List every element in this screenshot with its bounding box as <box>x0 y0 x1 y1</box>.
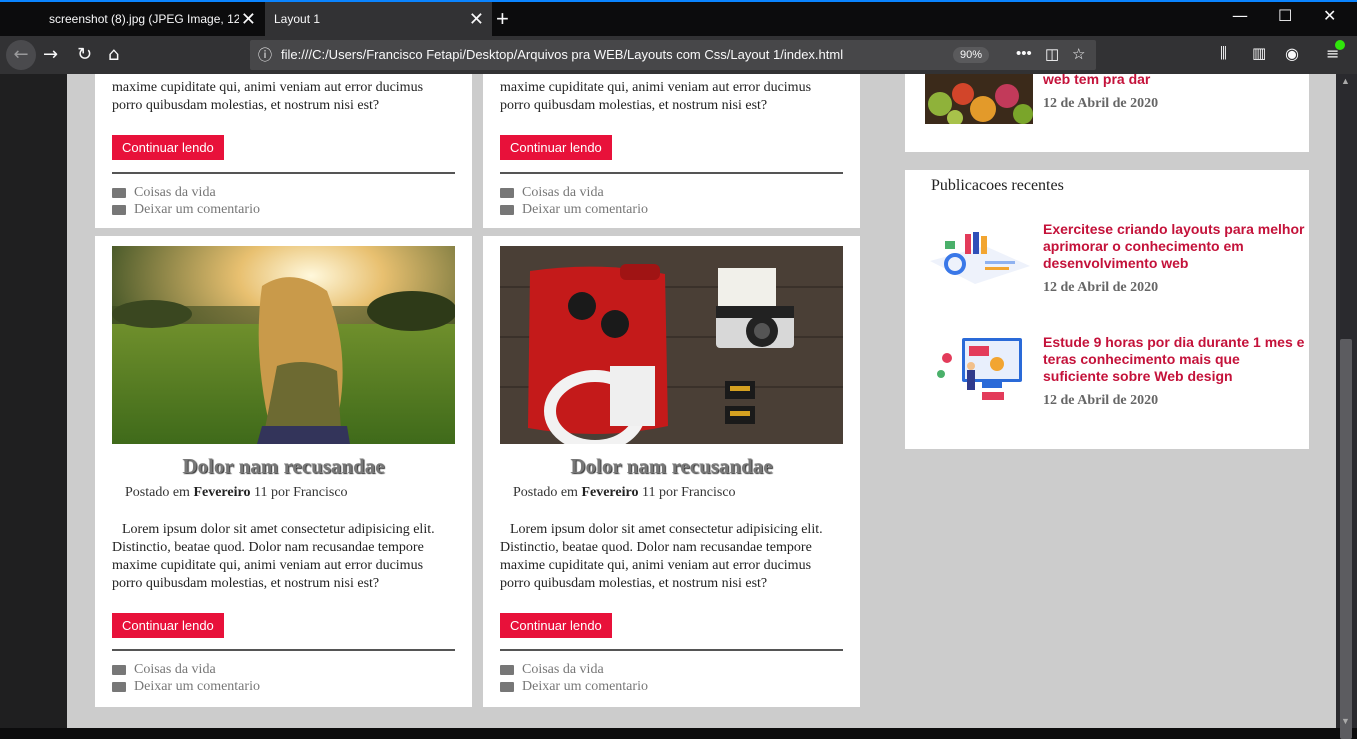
category-link[interactable]: Coisas da vida <box>112 661 216 678</box>
sidebar-widget-top: web tem pra dar 12 de Abril de 2020 <box>905 74 1309 152</box>
home-icon[interactable]: ⌂ <box>108 44 119 65</box>
category-link[interactable]: Coisas da vida <box>500 661 604 678</box>
vertical-scrollbar[interactable]: ▲ ▼ <box>1336 74 1357 739</box>
divider <box>112 172 455 174</box>
continue-reading-button[interactable]: Continuar lendo <box>112 613 224 638</box>
comment-label: Deixar um comentario <box>134 202 260 217</box>
window-close-icon[interactable]: ✕ <box>1323 6 1336 25</box>
reload-icon[interactable]: ↻ <box>77 44 92 65</box>
folder-icon <box>112 664 126 675</box>
library-icon[interactable]: ⫼ <box>1220 44 1227 62</box>
recent-post-date: 12 de Abril de 2020 <box>1043 393 1159 408</box>
close-tab-icon[interactable]: ✕ <box>469 10 484 28</box>
recent-post-title[interactable]: Estude 9 horas por dia durante 1 mes e t… <box>1043 334 1309 385</box>
comment-link[interactable]: Deixar um comentario <box>500 201 648 218</box>
nav-bar: ← → ↻ ⌂ ⓘ file:///C:/Users/Francisco Fet… <box>0 36 1357 74</box>
meta-author: 11 por Francisco <box>641 485 736 500</box>
meta-author: 11 por Francisco <box>253 485 348 500</box>
continue-reading-button[interactable]: Continuar lendo <box>112 135 224 160</box>
comment-link[interactable]: Deixar um comentario <box>500 678 648 695</box>
post-card: Dolor nam recusandae Postado em Fevereir… <box>483 236 860 707</box>
continue-reading-button[interactable]: Continuar lendo <box>500 135 612 160</box>
update-badge-icon <box>1335 40 1345 50</box>
zoom-badge[interactable]: 90% <box>953 47 990 63</box>
scroll-down-icon[interactable]: ▼ <box>1341 716 1350 726</box>
comment-link[interactable]: Deixar um comentario <box>112 201 260 218</box>
folder-icon <box>500 664 514 675</box>
minimize-icon[interactable]: — <box>1232 6 1248 25</box>
comment-link[interactable]: Deixar um comentario <box>112 678 260 695</box>
recent-posts-widget: Publicacoes recentes Exercitese criando … <box>905 170 1309 449</box>
divider <box>112 649 455 651</box>
comment-label: Deixar um comentario <box>522 679 648 694</box>
post-card: Dolor nam recusandae Postado em Fevereir… <box>95 236 472 707</box>
tab-layout[interactable]: Layout 1 ✕ <box>265 2 492 36</box>
close-tab-icon[interactable]: ✕ <box>241 10 256 28</box>
sidebar-post-date: 12 de Abril de 2020 <box>1043 96 1159 111</box>
url-text[interactable]: file:///C:/Users/Francisco Fetapi/Deskto… <box>281 47 843 62</box>
fruit-thumbnail[interactable] <box>925 74 1033 126</box>
maximize-icon[interactable]: ☐ <box>1278 6 1292 25</box>
recent-posts-heading: Publicacoes recentes <box>931 177 1064 194</box>
new-tab-icon[interactable]: + <box>496 6 509 32</box>
post-title[interactable]: Dolor nam recusandae <box>483 454 860 479</box>
post-meta: Postado em Fevereiro 11 por Francisco <box>513 485 736 501</box>
category-link[interactable]: Coisas da vida <box>112 184 216 201</box>
category-label: Coisas da vida <box>522 662 604 677</box>
post-meta: Postado em Fevereiro 11 por Francisco <box>125 485 348 501</box>
account-icon[interactable]: ◉ <box>1285 44 1299 63</box>
tab-bar: screenshot (8).jpg (JPEG Image, 1207 × 7… <box>0 0 1357 36</box>
continue-reading-button[interactable]: Continuar lendo <box>500 613 612 638</box>
post-excerpt: Lorem ipsum dolor sit amet consectetur a… <box>500 522 823 591</box>
category-label: Coisas da vida <box>522 185 604 200</box>
envelope-icon <box>112 681 126 692</box>
meta-prefix: Postado em <box>125 485 190 500</box>
meta-prefix: Postado em <box>513 485 578 500</box>
sidebar-icon[interactable]: ▥ <box>1252 44 1266 62</box>
page-actions-icon[interactable]: ••• <box>1016 45 1032 62</box>
tab-label: screenshot (8).jpg (JPEG Image, 1207 × 7… <box>49 12 239 26</box>
category-link[interactable]: Coisas da vida <box>500 184 604 201</box>
post-excerpt: maxime cupiditate qui, animi veniam aut … <box>500 80 812 113</box>
divider <box>500 649 843 651</box>
left-gutter <box>0 74 67 728</box>
tab-label: Layout 1 <box>274 12 321 26</box>
post-image-girl-in-field[interactable] <box>112 246 457 444</box>
meta-month: Fevereiro <box>581 485 639 500</box>
envelope-icon <box>500 681 514 692</box>
comment-label: Deixar um comentario <box>134 679 260 694</box>
post-title[interactable]: Dolor nam recusandae <box>95 454 472 479</box>
post-excerpt: maxime cupiditate qui, animi veniam aut … <box>112 80 424 113</box>
comment-label: Deixar um comentario <box>522 202 648 217</box>
category-label: Coisas da vida <box>134 185 216 200</box>
folder-icon <box>500 187 514 198</box>
info-icon[interactable]: ⓘ <box>258 45 272 65</box>
dashboard-illustration[interactable] <box>925 226 1033 286</box>
envelope-icon <box>112 204 126 215</box>
web-design-illustration[interactable] <box>927 334 1027 406</box>
envelope-icon <box>500 204 514 215</box>
tab-screenshot[interactable]: screenshot (8).jpg (JPEG Image, 1207 × 7… <box>40 2 264 36</box>
bookmark-star-icon[interactable]: ☆ <box>1072 45 1085 63</box>
post-excerpt: Lorem ipsum dolor sit amet consectetur a… <box>112 522 435 591</box>
back-icon[interactable]: ← <box>6 40 36 70</box>
scroll-up-icon[interactable]: ▲ <box>1341 76 1350 86</box>
category-label: Coisas da vida <box>134 662 216 677</box>
post-card: maxime cupiditate qui, animi veniam aut … <box>483 74 860 228</box>
divider <box>500 172 843 174</box>
recent-post-date: 12 de Abril de 2020 <box>1043 280 1159 295</box>
url-bar[interactable]: ⓘ file:///C:/Users/Francisco Fetapi/Desk… <box>250 40 1096 70</box>
folder-icon <box>112 187 126 198</box>
post-image-travel-gear[interactable] <box>500 246 843 452</box>
scrollbar-thumb[interactable] <box>1340 339 1352 739</box>
pocket-icon[interactable]: ◫ <box>1045 45 1059 63</box>
forward-icon[interactable]: → <box>43 44 58 65</box>
meta-month: Fevereiro <box>193 485 251 500</box>
sidebar-post-title[interactable]: web tem pra dar <box>1043 74 1309 88</box>
recent-post-title[interactable]: Exercitese criando layouts para melhor a… <box>1043 221 1309 272</box>
post-card: maxime cupiditate qui, animi veniam aut … <box>95 74 472 228</box>
web-page: maxime cupiditate qui, animi veniam aut … <box>67 74 1336 728</box>
